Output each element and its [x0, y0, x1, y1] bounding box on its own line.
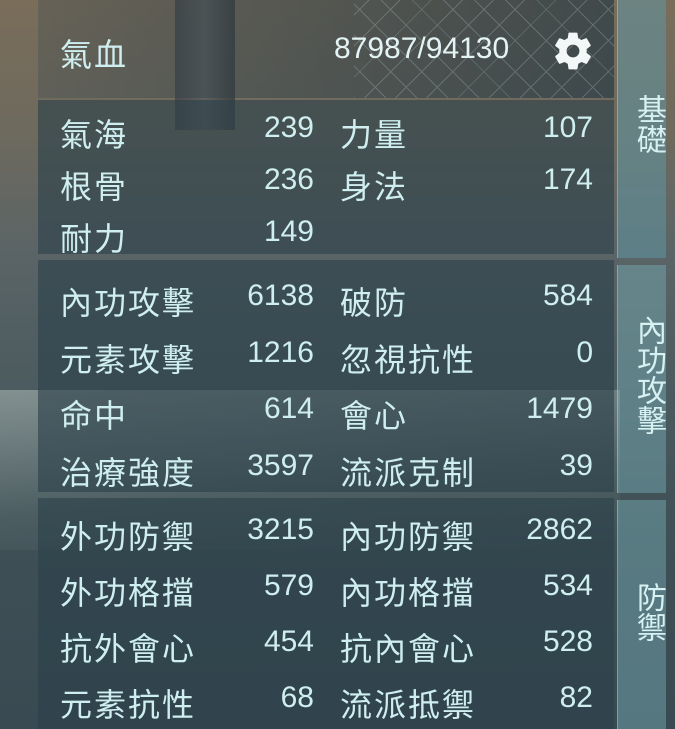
stat-value-qihai: 239 [263, 111, 314, 144]
stat-label-shenfa: 身法 [340, 168, 409, 206]
tab-basic[interactable]: 基礎 [617, 0, 666, 258]
stat-value: 6138 [247, 279, 314, 312]
stat-value: 534 [542, 569, 593, 602]
stat-label-naili: 耐力 [60, 220, 129, 258]
stat-value-liliang: 107 [542, 111, 593, 144]
stat-value: 614 [263, 392, 314, 425]
stat-value: 454 [263, 625, 314, 658]
stat-value: 0 [576, 336, 593, 369]
stat-value: 584 [542, 279, 593, 312]
stat-label: 命中 [60, 397, 129, 435]
stat-value: 82 [559, 681, 593, 714]
stat-value: 68 [280, 681, 314, 714]
hp-label: 氣血 [60, 36, 129, 74]
stat-label-gengu: 根骨 [60, 168, 129, 206]
hp-value: 87987/94130 [334, 32, 510, 65]
stat-label: 破防 [340, 284, 409, 322]
stat-value: 528 [542, 625, 593, 658]
tab-defense[interactable]: 防禦 [617, 500, 666, 729]
stat-value: 3597 [247, 449, 314, 482]
tab-label: 防禦 [631, 582, 666, 642]
stat-value-naili: 149 [263, 215, 314, 248]
stat-value: 2862 [526, 513, 593, 546]
stat-value: 1479 [526, 392, 593, 425]
stat-label: 會心 [340, 397, 409, 435]
stat-value: 39 [559, 449, 593, 482]
stat-label-liliang: 力量 [340, 116, 409, 154]
stat-value-gengu: 236 [263, 163, 314, 196]
tab-label: 基礎 [631, 94, 666, 154]
gear-icon[interactable] [551, 29, 595, 73]
stat-value: 579 [263, 569, 314, 602]
stat-value: 1216 [247, 336, 314, 369]
stat-value-shenfa: 174 [542, 163, 593, 196]
stat-value: 3215 [247, 513, 314, 546]
tab-internal-attack[interactable]: 內功攻擊 [617, 265, 666, 493]
tab-label: 內功攻擊 [631, 315, 666, 435]
stat-label-qihai: 氣海 [60, 116, 129, 154]
